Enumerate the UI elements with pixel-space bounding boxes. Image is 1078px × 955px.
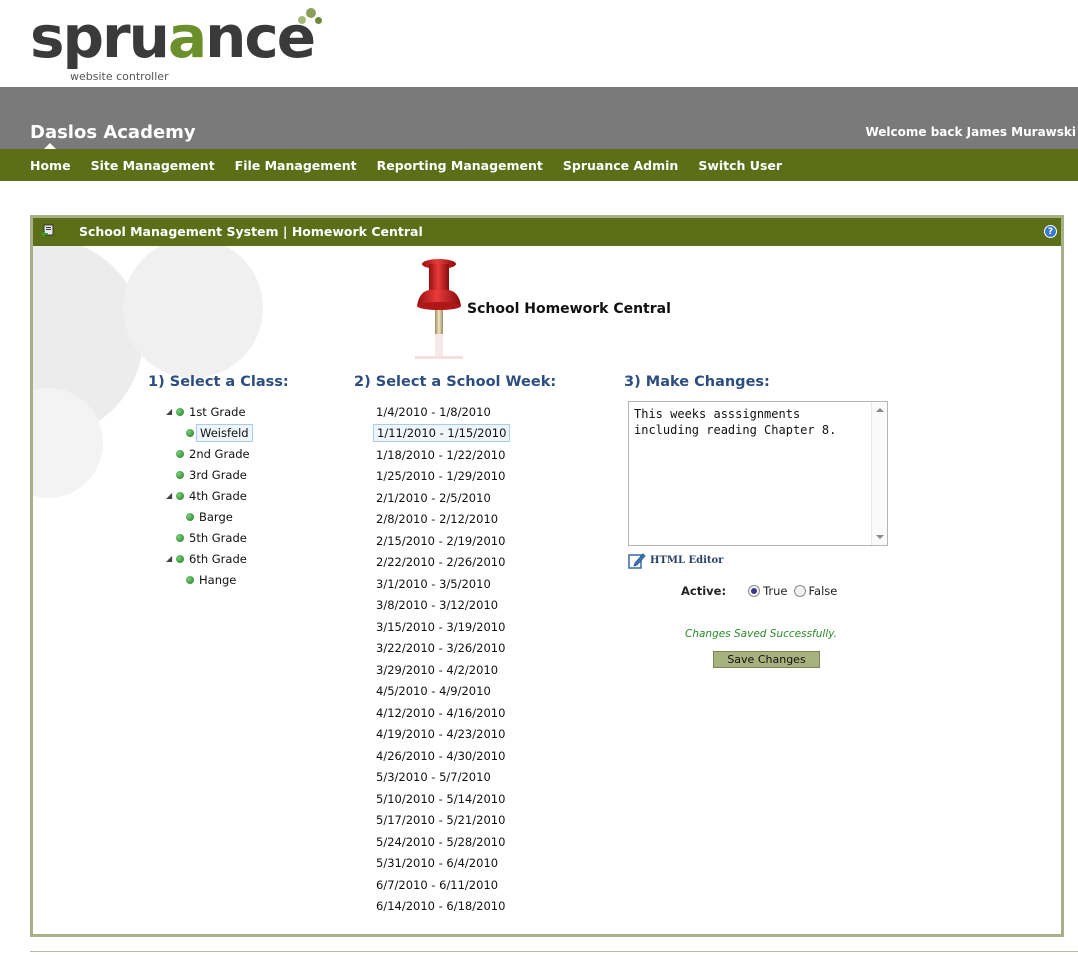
active-false-radio[interactable] (793, 585, 806, 597)
week-item[interactable]: 4/5/2010 - 4/9/2010 (373, 681, 510, 703)
active-label: Active: (681, 584, 727, 598)
active-true-radio[interactable] (748, 585, 761, 597)
save-changes-button[interactable]: Save Changes (713, 651, 820, 668)
tree-node-hange[interactable]: Hange (166, 569, 253, 590)
tree-node-6th-grade[interactable]: ◢ 6th Grade (166, 548, 253, 569)
decorative-circle (123, 238, 263, 378)
site-header: Daslos Academy Welcome back James Muraws… (0, 87, 1078, 149)
week-item[interactable]: 3/22/2010 - 3/26/2010 (373, 638, 510, 660)
edit-pencil-icon (628, 553, 646, 569)
textarea-scrollbar[interactable] (871, 402, 887, 545)
tree-node-2nd-grade[interactable]: 2nd Grade (166, 443, 253, 464)
active-toggle: Active: True False (681, 584, 843, 598)
nav-file-management[interactable]: File Management (235, 158, 357, 173)
active-true-label[interactable]: True (763, 584, 787, 598)
expanded-arrow-icon[interactable]: ◢ (166, 491, 176, 500)
help-icon[interactable]: ? (1044, 225, 1057, 238)
week-item[interactable]: 2/1/2010 - 2/5/2010 (373, 487, 510, 509)
week-item[interactable]: 3/15/2010 - 3/19/2010 (373, 616, 510, 638)
back-to-list-icon[interactable] (40, 224, 54, 238)
homework-text[interactable]: This weeks asssignments including readin… (634, 406, 864, 438)
week-item[interactable]: 5/31/2010 - 6/4/2010 (373, 853, 510, 875)
tree-node-barge[interactable]: Barge (166, 506, 253, 527)
nav-reporting-management[interactable]: Reporting Management (377, 158, 543, 173)
week-item[interactable]: 3/29/2010 - 4/2/2010 (373, 659, 510, 681)
spruance-logo: spruance website controller (30, 3, 330, 84)
pushpin-icon (415, 259, 463, 359)
week-item[interactable]: 4/12/2010 - 4/16/2010 (373, 702, 510, 724)
active-false-label[interactable]: False (809, 584, 838, 598)
week-item[interactable]: 1/18/2010 - 1/22/2010 (373, 444, 510, 466)
make-changes-heading: 3) Make Changes: (624, 374, 770, 390)
logo-dots-icon (298, 8, 328, 32)
nav-site-management[interactable]: Site Management (91, 158, 215, 173)
week-item[interactable]: 1/25/2010 - 1/29/2010 (373, 466, 510, 488)
html-editor-link[interactable]: HTML Editor (628, 551, 723, 569)
week-item[interactable]: 3/8/2010 - 3/12/2010 (373, 595, 510, 617)
node-dot-icon (176, 407, 184, 416)
node-dot-icon (186, 575, 194, 584)
node-dot-icon (186, 512, 194, 521)
nav-home[interactable]: Home (30, 158, 71, 173)
week-list: 1/4/2010 - 1/8/2010 1/11/2010 - 1/15/201… (373, 401, 511, 918)
scroll-up-arrow-icon[interactable] (876, 408, 884, 412)
week-item[interactable]: 5/10/2010 - 5/14/2010 (373, 788, 510, 810)
week-item[interactable]: 1/4/2010 - 1/8/2010 (373, 401, 510, 423)
homework-central-title: School Homework Central (467, 301, 671, 317)
week-item[interactable]: 6/7/2010 - 6/11/2010 (373, 874, 510, 896)
homework-panel: School Management System | Homework Cent… (30, 215, 1064, 937)
select-class-heading: 1) Select a Class: (148, 374, 289, 390)
footer-divider (30, 951, 1078, 952)
nav-spruance-admin[interactable]: Spruance Admin (563, 158, 678, 173)
status-message: Changes Saved Successfully. (685, 628, 837, 640)
week-item[interactable]: 5/24/2010 - 5/28/2010 (373, 831, 510, 853)
panel-title: School Management System | Homework Cent… (79, 224, 423, 239)
tree-node-4th-grade[interactable]: ◢ 4th Grade (166, 485, 253, 506)
week-item[interactable]: 2/22/2010 - 2/26/2010 (373, 552, 510, 574)
week-item[interactable]: 4/26/2010 - 4/30/2010 (373, 745, 510, 767)
week-item[interactable]: 2/8/2010 - 2/12/2010 (373, 509, 510, 531)
expanded-arrow-icon[interactable]: ◢ (166, 407, 176, 416)
scroll-down-arrow-icon[interactable] (876, 535, 884, 539)
node-dot-icon (186, 428, 194, 437)
node-dot-icon (176, 533, 184, 542)
week-item-selected[interactable]: 1/11/2010 - 1/15/2010 (373, 423, 511, 445)
tree-node-5th-grade[interactable]: 5th Grade (166, 527, 253, 548)
week-item[interactable]: 2/15/2010 - 2/19/2010 (373, 530, 510, 552)
week-item[interactable]: 6/14/2010 - 6/18/2010 (373, 896, 510, 918)
panel-header: School Management System | Homework Cent… (33, 218, 1061, 246)
node-dot-icon (176, 491, 184, 500)
node-dot-icon (176, 470, 184, 479)
class-tree: ◢ 1st Grade Weisfeld 2nd Grade 3rd Grade … (166, 401, 253, 590)
week-item[interactable]: 4/19/2010 - 4/23/2010 (373, 724, 510, 746)
select-week-heading: 2) Select a School Week: (354, 374, 557, 390)
logo-tagline: website controller (70, 70, 169, 83)
nav-switch-user[interactable]: Switch User (698, 158, 782, 173)
welcome-message: Welcome back James Murawski (865, 125, 1076, 139)
homework-textarea[interactable]: This weeks asssignments including readin… (628, 401, 888, 546)
week-item[interactable]: 5/17/2010 - 5/21/2010 (373, 810, 510, 832)
week-item[interactable]: 5/3/2010 - 5/7/2010 (373, 767, 510, 789)
tree-node-3rd-grade[interactable]: 3rd Grade (166, 464, 253, 485)
logo-wordmark: spruance (30, 3, 316, 71)
site-title: Daslos Academy (30, 122, 196, 143)
main-nav: Home Site Management File Management Rep… (0, 149, 1078, 181)
node-dot-icon (176, 554, 184, 563)
tree-node-weisfeld[interactable]: Weisfeld (166, 422, 253, 443)
expanded-arrow-icon[interactable]: ◢ (166, 554, 176, 563)
tree-node-1st-grade[interactable]: ◢ 1st Grade (166, 401, 253, 422)
week-item[interactable]: 3/1/2010 - 3/5/2010 (373, 573, 510, 595)
node-dot-icon (176, 449, 184, 458)
